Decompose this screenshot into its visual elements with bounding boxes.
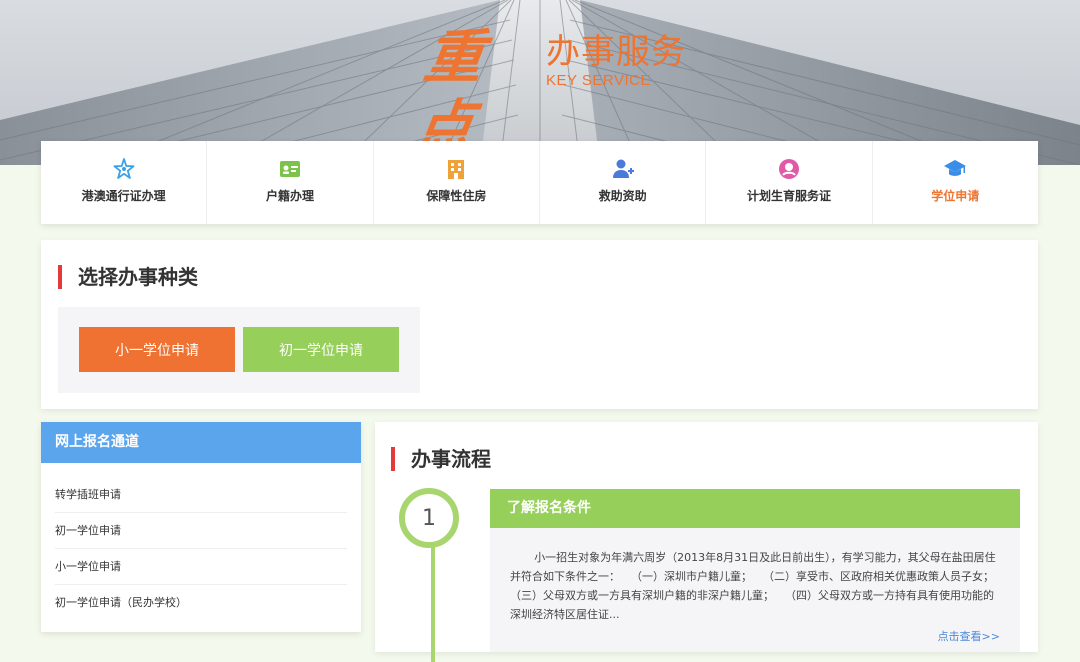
junior-high-admission-button[interactable]: 初一学位申请 <box>243 327 399 372</box>
service-item-family-planning[interactable]: 计划生育服务证 <box>706 141 873 224</box>
service-label: 户籍办理 <box>265 189 314 203</box>
category-button-group: 小一学位申请 初一学位申请 <box>58 307 420 393</box>
service-label: 港澳通行证办理 <box>81 189 166 203</box>
starfish-icon <box>113 158 135 179</box>
step-description: 小一招生对象为年满六周岁（2013年8月31日及此日前出生），有学习能力，其父母… <box>490 528 1020 652</box>
list-item[interactable]: 初一学位申请（民办学校） <box>55 585 347 620</box>
service-item-housing[interactable]: 保障性住房 <box>374 141 540 224</box>
online-registration-panel: 网上报名通道 转学插班申请 初一学位申请 小一学位申请 初一学位申请（民办学校） <box>41 422 361 632</box>
process-title: 办事流程 <box>391 447 491 471</box>
step-number-badge: 1 <box>399 488 459 548</box>
id-card-icon <box>279 161 300 177</box>
service-label: 计划生育服务证 <box>746 189 831 203</box>
user-add-icon <box>612 159 634 178</box>
service-item-school-admission[interactable]: 学位申请 <box>873 141 1038 224</box>
step-text: 小一招生对象为年满六周岁（2013年8月31日及此日前出生），有学习能力，其父母… <box>510 551 1011 621</box>
category-card: 选择办事种类 小一学位申请 初一学位申请 <box>41 240 1038 409</box>
service-item-household[interactable]: 户籍办理 <box>207 141 374 224</box>
service-item-assistance[interactable]: 救助资助 <box>540 141 707 224</box>
baby-icon <box>778 159 799 179</box>
building-icon <box>448 160 465 179</box>
service-bar: 港澳通行证办理 户籍办理 保障性住房 救助资助 计划生育服务证 学位申请 <box>41 141 1038 224</box>
list-item[interactable]: 转学插班申请 <box>55 477 347 513</box>
registration-list: 转学插班申请 初一学位申请 小一学位申请 初一学位申请（民办学校） <box>41 477 361 620</box>
category-title: 选择办事种类 <box>58 265 198 289</box>
list-item[interactable]: 初一学位申请 <box>55 513 347 549</box>
service-item-hk-macau-pass[interactable]: 港澳通行证办理 <box>41 141 208 224</box>
step-title: 了解报名条件 <box>490 489 1020 528</box>
online-registration-title: 网上报名通道 <box>41 422 361 463</box>
service-label: 学位申请 <box>931 189 980 203</box>
service-label: 保障性住房 <box>426 189 487 203</box>
brand-subtitle: KEY SERVICE <box>546 72 651 89</box>
primary-school-admission-button[interactable]: 小一学位申请 <box>79 327 235 372</box>
brand-title: 办事服务 <box>546 32 686 72</box>
graduation-cap-icon <box>944 160 967 176</box>
service-label: 救助资助 <box>598 189 647 203</box>
view-more-link[interactable]: 点击查看>> <box>938 627 1000 646</box>
process-panel: 办事流程 1 了解报名条件 小一招生对象为年满六周岁（2013年8月31日及此日… <box>375 422 1038 662</box>
list-item[interactable]: 小一学位申请 <box>55 549 347 585</box>
